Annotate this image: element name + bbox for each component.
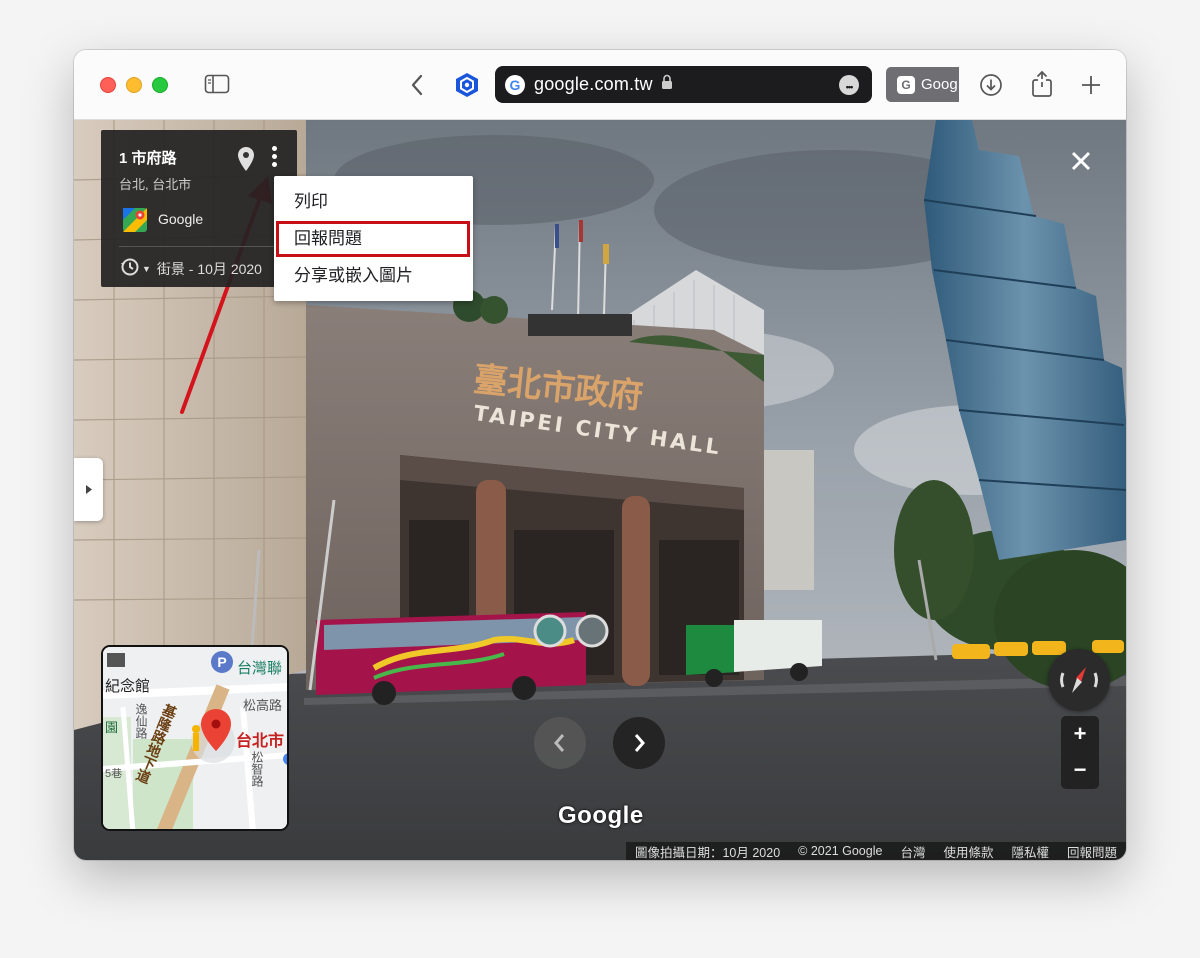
map-label: 逸仙路 — [134, 703, 148, 739]
back-arrow-icon[interactable] — [407, 72, 427, 98]
map-label: 松高路 — [243, 698, 283, 713]
address-bar[interactable]: G google.com.tw ••• — [495, 66, 872, 103]
menu-item-print[interactable]: 列印 — [274, 184, 473, 220]
map-label: 松智路 — [250, 751, 264, 787]
more-options-kebab-icon[interactable] — [267, 144, 281, 170]
map-label: 園 — [105, 720, 119, 735]
caret-right-icon — [86, 485, 92, 494]
annotation-highlight-box — [276, 221, 470, 257]
share-icon[interactable] — [1029, 69, 1055, 99]
browser-window: G google.com.tw ••• G Goog 臺北市政府 TAIPEI … — [74, 50, 1126, 860]
map-label: 5巷 — [105, 768, 123, 780]
google-watermark: Google — [558, 802, 644, 829]
location-title: 1 市府路 — [119, 150, 177, 167]
location-info-card: 1 市府路 台北, 台北市 Google ▼ 街景 - 10月 2020 — [101, 130, 297, 287]
address-url: google.com.tw — [534, 74, 653, 94]
privacy-link[interactable]: 隱私權 — [1002, 842, 1058, 861]
google-maps-logo-icon — [123, 208, 147, 232]
source-label: Google — [158, 211, 204, 227]
zoom-in-button[interactable]: + — [1061, 716, 1099, 752]
google-tab-favicon-icon: G — [897, 75, 915, 94]
zoom-window-button[interactable] — [152, 77, 168, 93]
map-label: 紀念館 — [105, 678, 151, 695]
region-link[interactable]: 台灣 — [891, 842, 934, 861]
minimize-window-button[interactable] — [126, 77, 142, 93]
close-window-button[interactable] — [100, 77, 116, 93]
map-label: 台北市 — [236, 733, 285, 750]
page-menu-icon[interactable]: ••• — [839, 75, 859, 95]
options-menu: 列印 回報問題 分享或嵌入圖片 — [274, 176, 473, 301]
browser-toolbar: G google.com.tw ••• G Goog — [74, 50, 1126, 120]
close-street-view-icon[interactable] — [1066, 146, 1096, 176]
poi-museum-icon — [107, 653, 125, 667]
tab-google[interactable]: G Goog — [886, 67, 959, 102]
google-favicon-icon: G — [505, 74, 525, 95]
next-scene-button[interactable] — [613, 717, 665, 769]
map-pin-icon[interactable] — [237, 146, 255, 177]
chevron-left-icon — [554, 734, 565, 752]
location-subtitle: 台北, 台北市 — [119, 177, 192, 192]
menu-item-share-embed[interactable]: 分享或嵌入圖片 — [274, 258, 473, 294]
extension-hexagon-icon[interactable] — [454, 72, 480, 98]
zoom-control: + − — [1061, 716, 1099, 789]
new-tab-plus-icon[interactable] — [1078, 72, 1104, 98]
copyright: © 2021 Google — [798, 844, 883, 858]
zoom-out-button[interactable]: − — [1061, 752, 1099, 788]
report-problem-link[interactable]: 回報問題 — [1058, 842, 1126, 861]
chevron-right-icon — [634, 734, 645, 752]
terms-link[interactable]: 使用條款 — [934, 842, 1002, 861]
dropdown-caret-icon: ▼ — [142, 263, 151, 274]
map-label: 台灣聯 — [237, 660, 283, 677]
history-label: 街景 - 10月 2020 — [156, 260, 262, 277]
poi-parking-icon: P — [211, 651, 233, 673]
expand-side-panel-button[interactable] — [74, 458, 103, 521]
divider — [119, 246, 283, 247]
sidebar-toggle-icon[interactable] — [204, 74, 230, 94]
capture-date: 圖像拍攝日期：10月 2020 — [634, 845, 781, 860]
tab-label: Goog — [921, 76, 958, 93]
download-icon[interactable] — [978, 72, 1004, 98]
attribution-footer: 圖像拍攝日期：10月 2020 © 2021 Google 台灣 使用條款 隱私… — [625, 842, 1126, 861]
history-clock-icon — [120, 257, 140, 280]
history-selector[interactable]: ▼ 街景 - 10月 2020 — [120, 257, 262, 280]
compass-control[interactable] — [1048, 649, 1110, 711]
street-view-panorama[interactable]: 臺北市政府 TAIPEI CITY HALL 1 市府路 台北, 台北市 Goo… — [74, 120, 1126, 860]
minimap[interactable]: P 紀念館 台灣聯 松高路 逸仙路 基隆路地下道 台北市 松智路 園 5巷 — [101, 645, 289, 831]
previous-scene-button[interactable] — [534, 717, 586, 769]
compass-icon — [1060, 667, 1098, 693]
lock-icon — [661, 74, 673, 95]
